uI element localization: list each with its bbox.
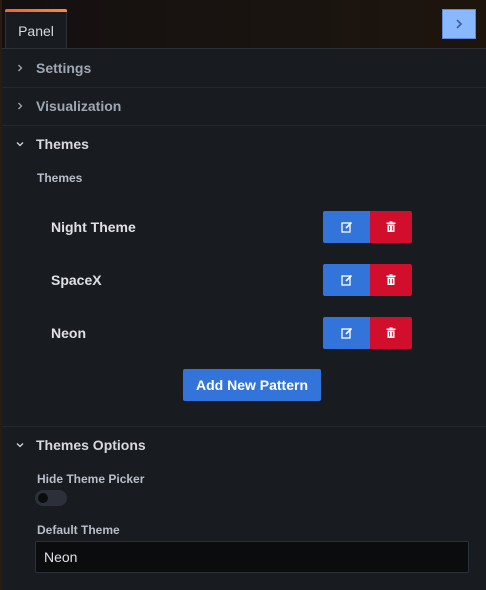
- tab-bar: Panel: [2, 0, 486, 49]
- theme-name: SpaceX: [51, 272, 102, 288]
- tab-panel[interactable]: Panel: [5, 9, 67, 48]
- options-pane: Panel Settings Visualization Themes Them…: [0, 0, 486, 590]
- edit-icon: [340, 327, 352, 339]
- theme-row: Neon: [2, 317, 486, 349]
- add-new-pattern-button[interactable]: Add New Pattern: [183, 369, 321, 401]
- edit-icon: [340, 274, 352, 286]
- toggle-knob: [38, 493, 48, 503]
- tab-panel-label: Panel: [18, 23, 54, 39]
- section-settings: Settings: [2, 49, 486, 88]
- default-theme-label: Default Theme: [37, 523, 120, 537]
- section-visualization-header[interactable]: Visualization: [2, 87, 486, 125]
- edit-theme-button[interactable]: [323, 211, 370, 243]
- section-themes-options-title: Themes Options: [36, 437, 146, 453]
- collapse-pane-button[interactable]: [442, 9, 476, 39]
- theme-name: Neon: [51, 325, 86, 341]
- chevron-down-icon: [16, 441, 24, 449]
- chevron-right-icon: [456, 19, 463, 29]
- delete-theme-button[interactable]: [370, 317, 412, 349]
- section-themes-options-header[interactable]: Themes Options: [2, 426, 486, 464]
- chevron-right-icon: [16, 102, 24, 110]
- hide-theme-picker-label: Hide Theme Picker: [37, 472, 145, 486]
- edit-icon: [340, 221, 352, 233]
- trash-icon: [386, 221, 396, 232]
- section-visualization: Visualization: [2, 87, 486, 126]
- section-settings-header[interactable]: Settings: [2, 49, 486, 87]
- themes-field-label: Themes: [37, 171, 83, 185]
- trash-icon: [386, 327, 396, 338]
- section-settings-title: Settings: [36, 60, 92, 76]
- default-theme-value: Neon: [44, 549, 78, 565]
- chevron-right-icon: [16, 64, 24, 72]
- theme-row: Night Theme: [2, 211, 486, 243]
- default-theme-select[interactable]: Neon: [35, 541, 469, 573]
- chevron-down-icon: [16, 140, 24, 148]
- trash-icon: [386, 274, 396, 285]
- delete-theme-button[interactable]: [370, 211, 412, 243]
- edit-theme-button[interactable]: [323, 317, 370, 349]
- theme-row: SpaceX: [2, 264, 486, 296]
- delete-theme-button[interactable]: [370, 264, 412, 296]
- hide-theme-picker-toggle[interactable]: [35, 490, 67, 506]
- section-themes-header[interactable]: Themes: [2, 125, 486, 163]
- section-themes-title: Themes: [36, 136, 89, 152]
- section-visualization-title: Visualization: [36, 98, 122, 114]
- edit-theme-button[interactable]: [323, 264, 370, 296]
- theme-name: Night Theme: [51, 219, 136, 235]
